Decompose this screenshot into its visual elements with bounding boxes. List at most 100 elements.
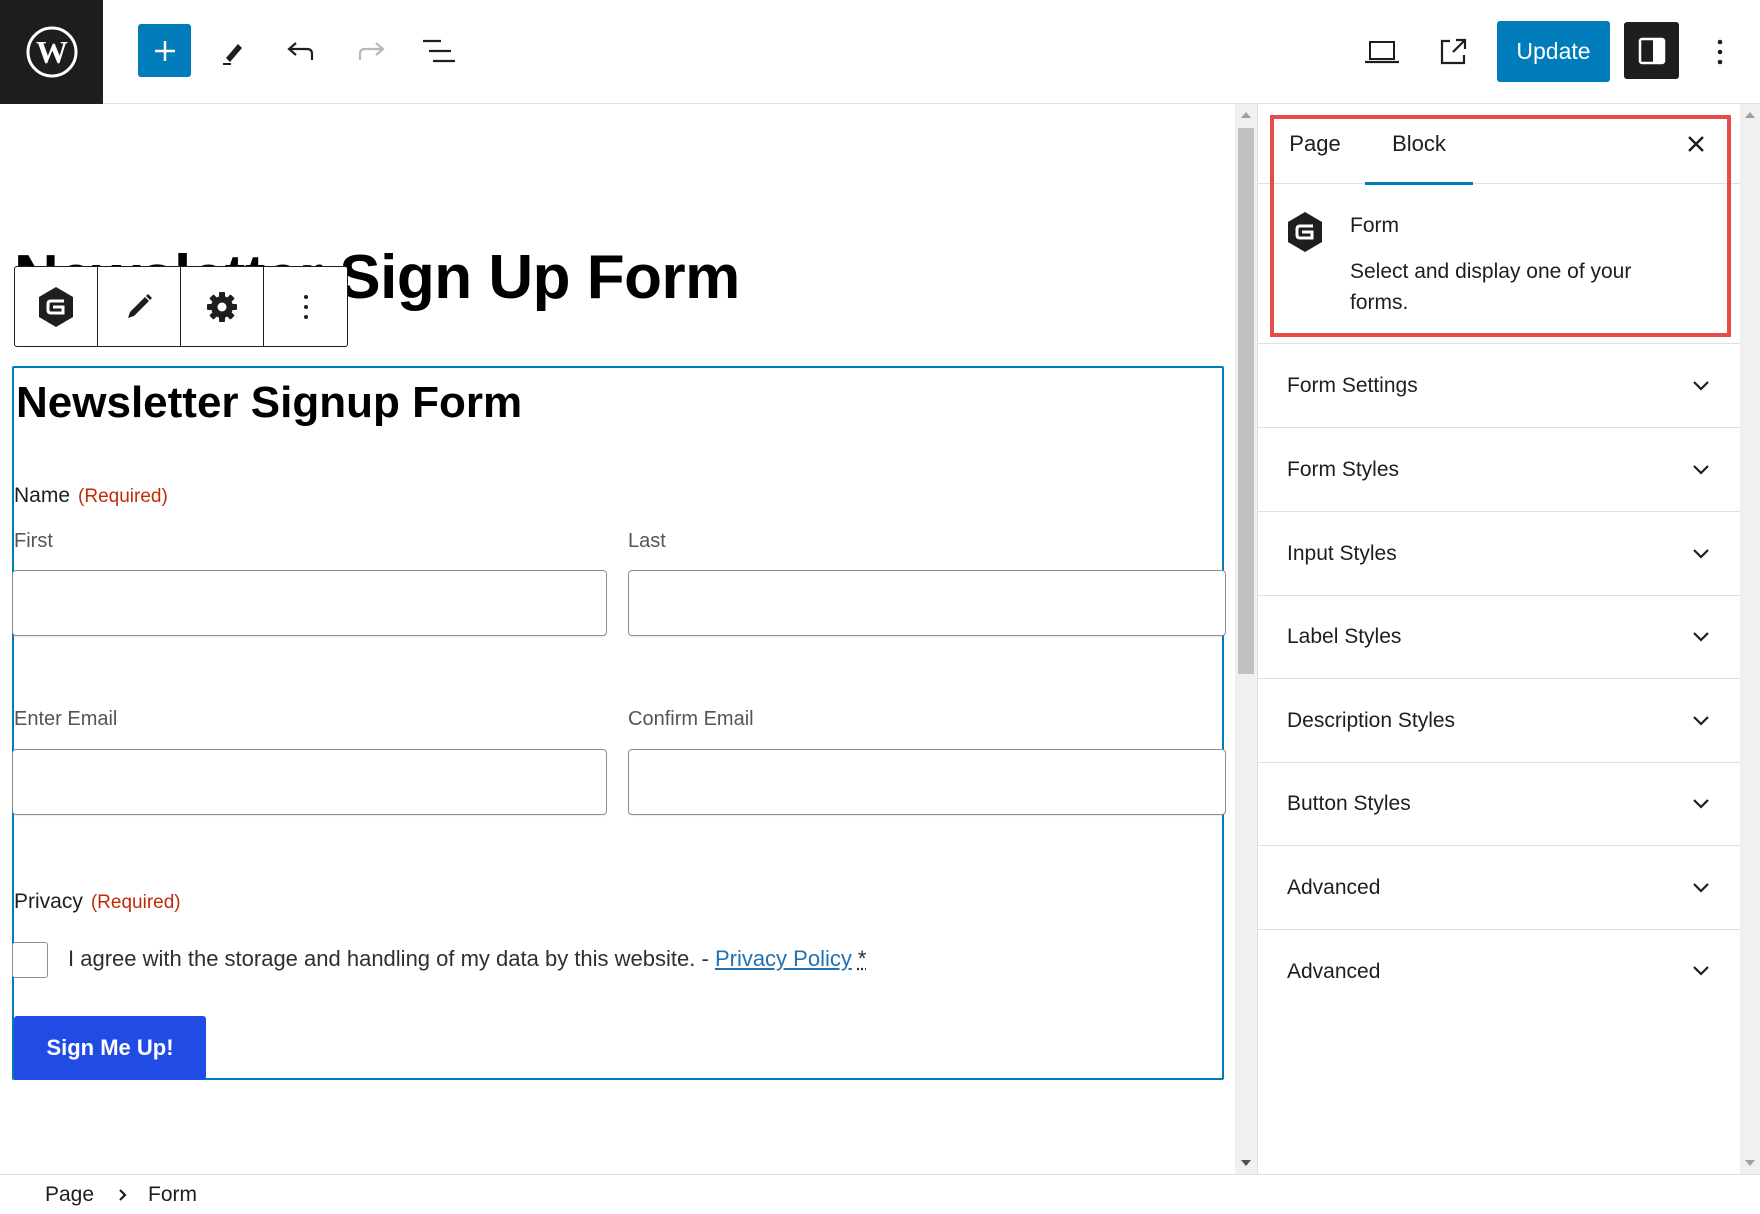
close-sidebar-button[interactable] (1676, 124, 1716, 164)
privacy-label-text: Privacy (14, 890, 83, 913)
panel-title: Advanced (1287, 876, 1381, 899)
svg-text:W: W (36, 34, 68, 70)
canvas-scrollbar[interactable] (1235, 104, 1257, 1174)
chevron-down-icon (1693, 465, 1709, 475)
panel-form-styles[interactable]: Form Styles (1258, 429, 1741, 512)
pencil-icon (223, 44, 242, 65)
redo-button[interactable] (350, 30, 392, 72)
panel-title: Input Styles (1287, 542, 1397, 565)
panel-advanced[interactable]: Advanced (1258, 847, 1741, 930)
panel-input-styles[interactable]: Input Styles (1258, 513, 1741, 596)
last-name-sublabel: Last (628, 530, 666, 552)
add-block-button[interactable] (138, 24, 191, 77)
email-input[interactable] (12, 749, 607, 815)
chevron-down-icon (1693, 883, 1709, 893)
chevron-down-icon (1693, 632, 1709, 642)
list-view-button[interactable] (417, 30, 459, 72)
block-card: Form Select and display one of your form… (1258, 184, 1741, 344)
scroll-up-arrow-icon[interactable] (1745, 112, 1755, 118)
wordpress-logo-button[interactable]: W (0, 0, 103, 104)
scrollbar-thumb[interactable] (1238, 128, 1254, 674)
editor-canvas: Newsletter Sign Up Form Newsletter Signu… (0, 104, 1235, 1174)
privacy-consent-checkbox[interactable] (12, 942, 48, 978)
settings-sidebar: Page Block Form Select and display one o… (1257, 104, 1741, 1174)
panel-label-styles[interactable]: Label Styles (1258, 596, 1741, 679)
tab-block[interactable]: Block (1365, 104, 1473, 185)
close-icon (1688, 136, 1704, 152)
block-more-options-button[interactable] (264, 267, 347, 346)
panel-title: Description Styles (1287, 709, 1456, 732)
privacy-policy-link[interactable]: Privacy Policy (715, 946, 852, 971)
scroll-down-arrow-icon[interactable] (1745, 1160, 1755, 1166)
chevron-down-icon (1693, 799, 1709, 809)
panel-title: Form Settings (1287, 374, 1418, 397)
chevron-down-icon (1693, 381, 1709, 391)
chevron-down-icon (1693, 966, 1709, 976)
editor-top-bar: W Update (0, 0, 1760, 104)
required-asterisk: * (857, 946, 867, 971)
sign-me-up-button[interactable]: Sign Me Up! (14, 1016, 206, 1080)
gravity-forms-icon (39, 286, 73, 327)
tab-block-label: Block (1392, 131, 1446, 156)
redo-icon (358, 42, 385, 60)
form-block[interactable]: Newsletter Signup Form Name (Required) Fi… (12, 366, 1226, 1080)
block-type-button[interactable] (15, 267, 98, 346)
consent-statement: I agree with the storage and handling of… (68, 946, 715, 971)
panel-title: Button Styles (1287, 792, 1411, 815)
plus-icon (154, 40, 175, 61)
update-button[interactable]: Update (1497, 21, 1610, 82)
scroll-up-arrow-icon[interactable] (1241, 112, 1251, 118)
last-name-input[interactable] (628, 570, 1226, 636)
first-name-sublabel: First (14, 530, 53, 552)
privacy-field-label: Privacy (Required) (14, 890, 181, 914)
chevron-down-icon (1693, 716, 1709, 726)
sidebar-toggle-icon (1638, 37, 1665, 64)
gravity-forms-icon (1288, 212, 1322, 252)
list-view-icon (423, 39, 455, 63)
wordpress-logo-icon: W (26, 26, 77, 78)
scroll-down-arrow-icon[interactable] (1241, 1160, 1251, 1166)
name-field-label: Name (Required) (14, 484, 168, 508)
name-label-text: Name (14, 484, 71, 507)
form-settings-button[interactable] (181, 267, 264, 346)
preview-button[interactable] (1360, 30, 1404, 74)
first-name-input[interactable] (12, 570, 607, 636)
block-icon (1285, 210, 1325, 259)
panel-form-settings[interactable]: Form Settings (1258, 345, 1741, 428)
panel-advanced-2[interactable]: Advanced (1258, 930, 1741, 1013)
undo-button[interactable] (280, 30, 322, 72)
chevron-right-icon (119, 1188, 127, 1201)
confirm-email-input[interactable] (628, 749, 1226, 815)
laptop-icon (1365, 41, 1399, 64)
sidebar-tabs: Page Block (1258, 104, 1741, 185)
edit-form-button[interactable] (98, 267, 181, 346)
options-button[interactable] (1702, 30, 1738, 74)
breadcrumb-form[interactable]: Form (148, 1183, 197, 1207)
external-link-icon (1440, 38, 1467, 65)
undo-icon (287, 42, 314, 60)
block-breadcrumb-bar: Page Form (0, 1174, 1760, 1214)
more-options-icon (303, 294, 308, 319)
view-page-button[interactable] (1431, 30, 1475, 74)
edit-icon (128, 293, 152, 318)
panel-title: Form Styles (1287, 458, 1400, 481)
panel-description-styles[interactable]: Description Styles (1258, 680, 1741, 763)
consent-text: I agree with the storage and handling of… (68, 946, 866, 972)
required-indicator: (Required) (78, 486, 168, 507)
block-toolbar (14, 266, 348, 347)
sidebar-scrollbar[interactable] (1740, 104, 1760, 1174)
block-description: Select and display one of your forms. (1350, 260, 1632, 314)
panel-button-styles[interactable]: Button Styles (1258, 763, 1741, 846)
required-indicator: (Required) (90, 892, 181, 913)
settings-gear-icon (207, 291, 237, 322)
confirm-email-sublabel: Confirm Email (628, 708, 754, 730)
panel-title: Advanced (1287, 959, 1381, 983)
email-sublabel: Enter Email (14, 708, 118, 730)
settings-sidebar-toggle[interactable] (1624, 22, 1679, 79)
tools-button[interactable] (212, 30, 254, 72)
tab-page[interactable]: Page (1285, 104, 1345, 184)
panel-title: Label Styles (1287, 625, 1402, 648)
form-title: Newsletter Signup Form (16, 378, 523, 427)
block-name: Form (1350, 214, 1399, 237)
breadcrumb-page[interactable]: Page (45, 1183, 94, 1207)
